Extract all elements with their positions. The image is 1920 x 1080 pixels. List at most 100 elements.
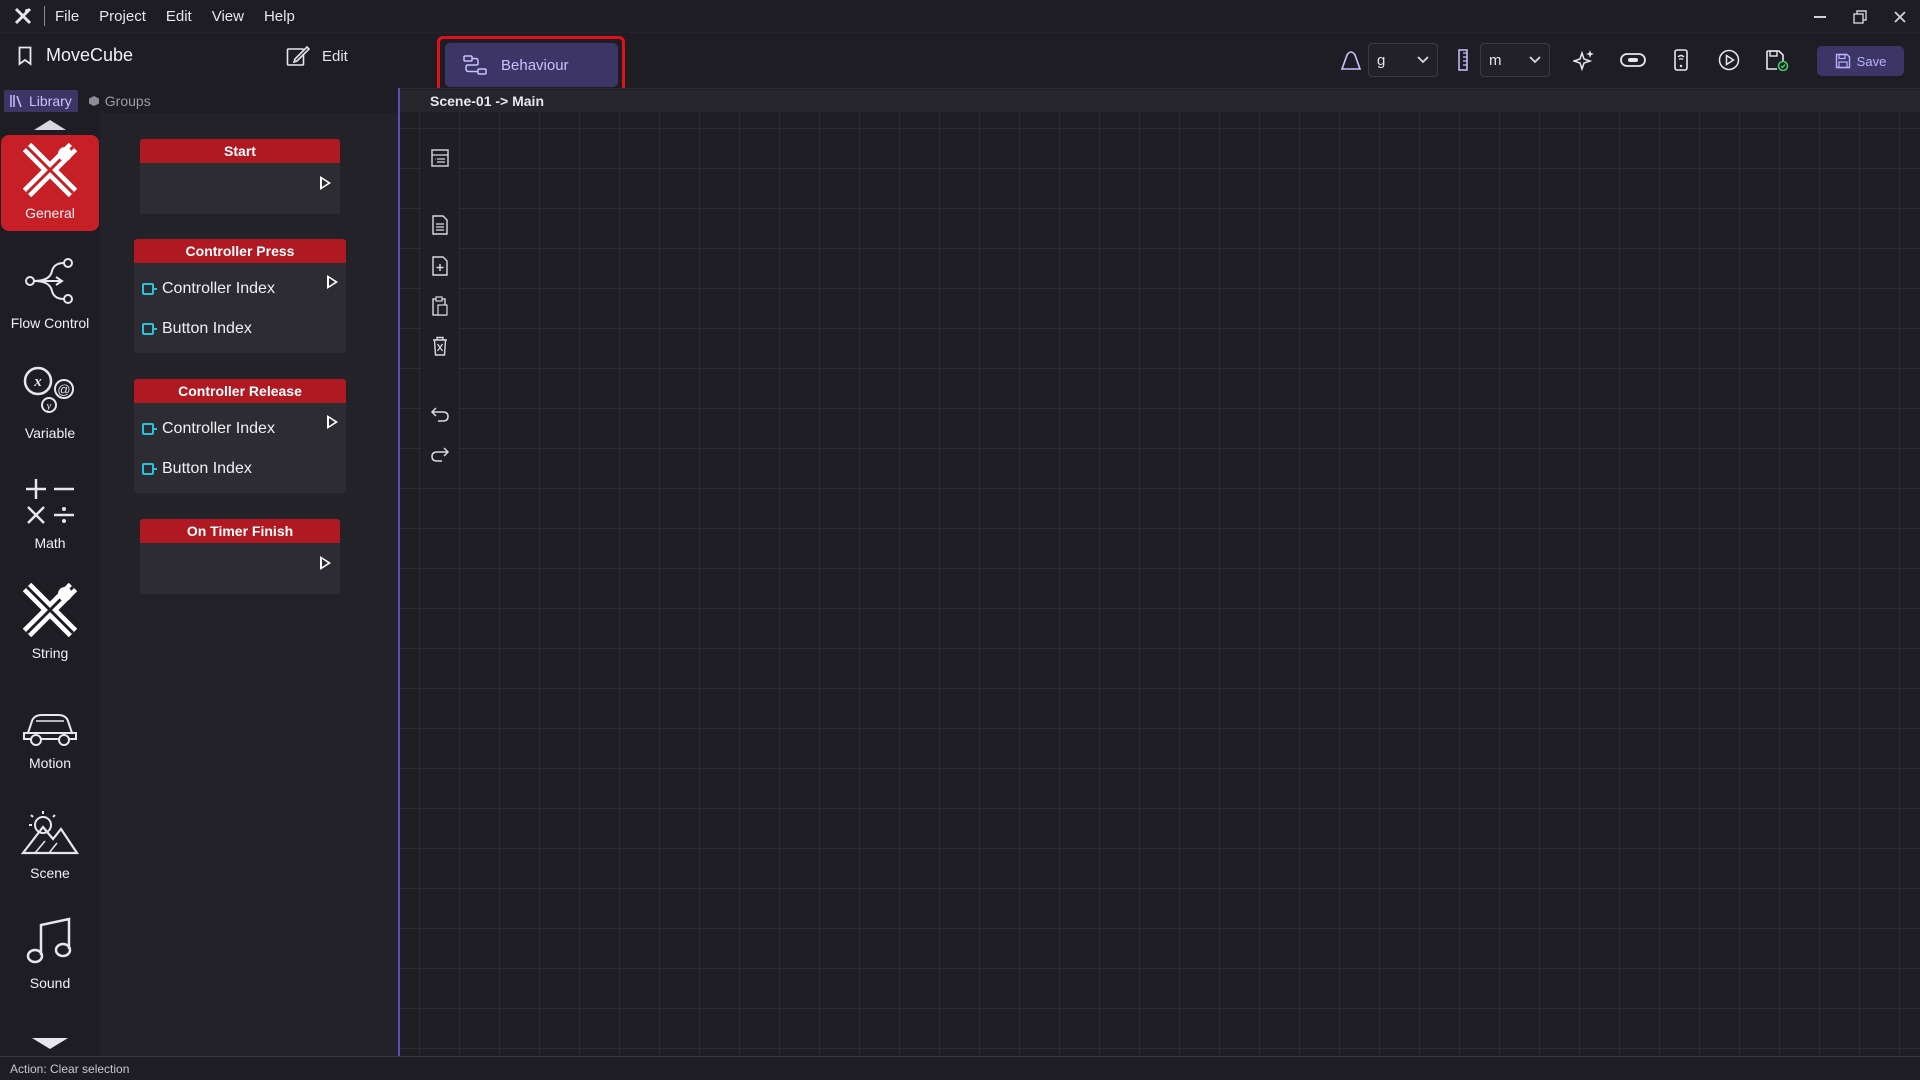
exec-output-icon bbox=[327, 275, 338, 289]
category-motion[interactable]: Motion bbox=[0, 685, 100, 781]
variable-icon: x @ y bbox=[23, 366, 74, 413]
menu-edit[interactable]: Edit bbox=[166, 8, 192, 25]
input-label: Controller Index bbox=[162, 280, 275, 297]
menu-separator bbox=[44, 6, 45, 26]
menu-file[interactable]: File bbox=[55, 8, 79, 25]
exec-output-icon bbox=[320, 176, 331, 190]
input-pin-icon bbox=[142, 423, 157, 435]
input-label: Controller Index bbox=[162, 420, 275, 437]
restore-icon[interactable] bbox=[1840, 0, 1880, 33]
breadcrumb: Scene-01 -> Main bbox=[400, 90, 1920, 112]
block-on-timer-finish[interactable]: On Timer Finish bbox=[140, 519, 340, 594]
behaviour-flow-icon bbox=[463, 55, 487, 75]
edit-icon bbox=[286, 45, 310, 66]
category-label: Math bbox=[34, 535, 66, 551]
scroll-down-arrow-icon[interactable] bbox=[32, 1038, 68, 1049]
groups-cube-icon bbox=[88, 96, 99, 106]
minimize-icon[interactable] bbox=[1800, 0, 1840, 33]
block-title: Controller Press bbox=[134, 239, 346, 263]
paste-icon[interactable] bbox=[430, 296, 450, 316]
block-input-row: Controller Index bbox=[142, 420, 275, 438]
input-pin-icon bbox=[142, 283, 157, 295]
block-input-row: Button Index bbox=[142, 460, 252, 478]
save-button[interactable]: Save bbox=[1817, 46, 1904, 76]
svg-text:@: @ bbox=[57, 382, 70, 397]
gravity-weight-icon bbox=[1334, 43, 1368, 77]
gravity-value: g bbox=[1377, 51, 1386, 69]
app-logo-icon bbox=[12, 5, 34, 27]
layout-icon[interactable] bbox=[430, 148, 450, 168]
flow-control-icon bbox=[25, 258, 73, 304]
graph-canvas[interactable] bbox=[400, 88, 1920, 1056]
chevron-down-icon bbox=[1417, 56, 1429, 64]
status-bar: Action: Clear selection bbox=[0, 1056, 1920, 1080]
project-header: MoveCube bbox=[18, 45, 133, 66]
save-export-icon[interactable] bbox=[1760, 43, 1794, 77]
play-icon[interactable] bbox=[1712, 43, 1746, 77]
exec-output-icon bbox=[320, 556, 331, 570]
svg-text:x: x bbox=[33, 374, 42, 390]
block-start[interactable]: Start bbox=[140, 139, 340, 214]
document-icon[interactable] bbox=[430, 215, 450, 235]
tab-library-label: Library bbox=[29, 93, 72, 109]
exec-output-icon bbox=[327, 415, 338, 429]
category-label: Sound bbox=[29, 975, 71, 991]
string-icon bbox=[23, 583, 77, 637]
category-general[interactable]: General bbox=[1, 135, 99, 231]
input-label: Button Index bbox=[162, 460, 252, 477]
edit-button[interactable]: Edit bbox=[286, 45, 348, 67]
category-label: General bbox=[25, 205, 75, 221]
block-input-row: Button Index bbox=[142, 320, 252, 338]
vr-headset-icon[interactable] bbox=[1616, 43, 1650, 77]
scene-icon bbox=[21, 811, 79, 855]
save-label: Save bbox=[1856, 53, 1887, 69]
close-icon[interactable] bbox=[1880, 0, 1920, 33]
category-sound[interactable]: Sound bbox=[0, 905, 100, 1001]
category-math[interactable]: Math bbox=[0, 465, 100, 561]
category-label: Motion bbox=[28, 755, 72, 771]
car-icon bbox=[23, 714, 77, 746]
block-controller-press[interactable]: Controller Press Controller Index Button… bbox=[134, 239, 346, 353]
general-x-icon bbox=[23, 143, 77, 197]
category-label: String bbox=[31, 645, 69, 661]
sparkle-icon[interactable] bbox=[1567, 43, 1601, 77]
svg-text:y: y bbox=[46, 400, 52, 412]
category-label: Scene bbox=[30, 865, 70, 881]
toolbar: MoveCube Edit Behaviour g m Save bbox=[0, 33, 1920, 97]
redo-icon[interactable] bbox=[430, 444, 450, 464]
menu-project[interactable]: Project bbox=[99, 8, 146, 25]
units-value: m bbox=[1489, 51, 1502, 69]
behaviour-tab[interactable]: Behaviour bbox=[445, 43, 618, 87]
category-scene[interactable]: Scene bbox=[0, 795, 100, 891]
undo-icon[interactable] bbox=[430, 404, 450, 424]
project-name: MoveCube bbox=[46, 45, 134, 65]
floppy-disk-icon bbox=[1835, 53, 1850, 69]
input-pin-icon bbox=[142, 463, 157, 475]
block-title: Start bbox=[140, 139, 340, 163]
menu-view[interactable]: View bbox=[212, 8, 244, 25]
phone-device-icon[interactable] bbox=[1664, 43, 1698, 77]
block-palette: Start Controller Press Controller Index … bbox=[100, 113, 398, 1056]
block-title: Controller Release bbox=[134, 379, 346, 403]
music-note-icon bbox=[26, 917, 72, 964]
units-select[interactable]: m bbox=[1480, 43, 1550, 77]
math-icon bbox=[26, 479, 74, 524]
canvas-toolbar bbox=[422, 136, 458, 476]
category-variable[interactable]: x @ y Variable bbox=[0, 355, 100, 451]
add-document-icon[interactable] bbox=[430, 256, 450, 276]
category-label: Flow Control bbox=[10, 315, 90, 331]
library-tabs: Library Groups bbox=[0, 90, 398, 112]
tab-library[interactable]: Library bbox=[4, 90, 78, 112]
category-label: Variable bbox=[24, 425, 76, 441]
tab-groups[interactable]: Groups bbox=[88, 93, 151, 109]
category-string[interactable]: String bbox=[0, 575, 100, 671]
behaviour-label: Behaviour bbox=[501, 56, 569, 74]
category-flow-control[interactable]: Flow Control bbox=[0, 245, 100, 341]
scroll-up-arrow-icon[interactable] bbox=[34, 120, 66, 130]
gravity-select[interactable]: g bbox=[1368, 43, 1438, 77]
menu-help[interactable]: Help bbox=[264, 8, 295, 25]
tab-groups-label: Groups bbox=[104, 93, 151, 109]
edit-label: Edit bbox=[322, 47, 348, 65]
block-controller-release[interactable]: Controller Release Controller Index Butt… bbox=[134, 379, 346, 493]
delete-icon[interactable] bbox=[430, 336, 450, 356]
